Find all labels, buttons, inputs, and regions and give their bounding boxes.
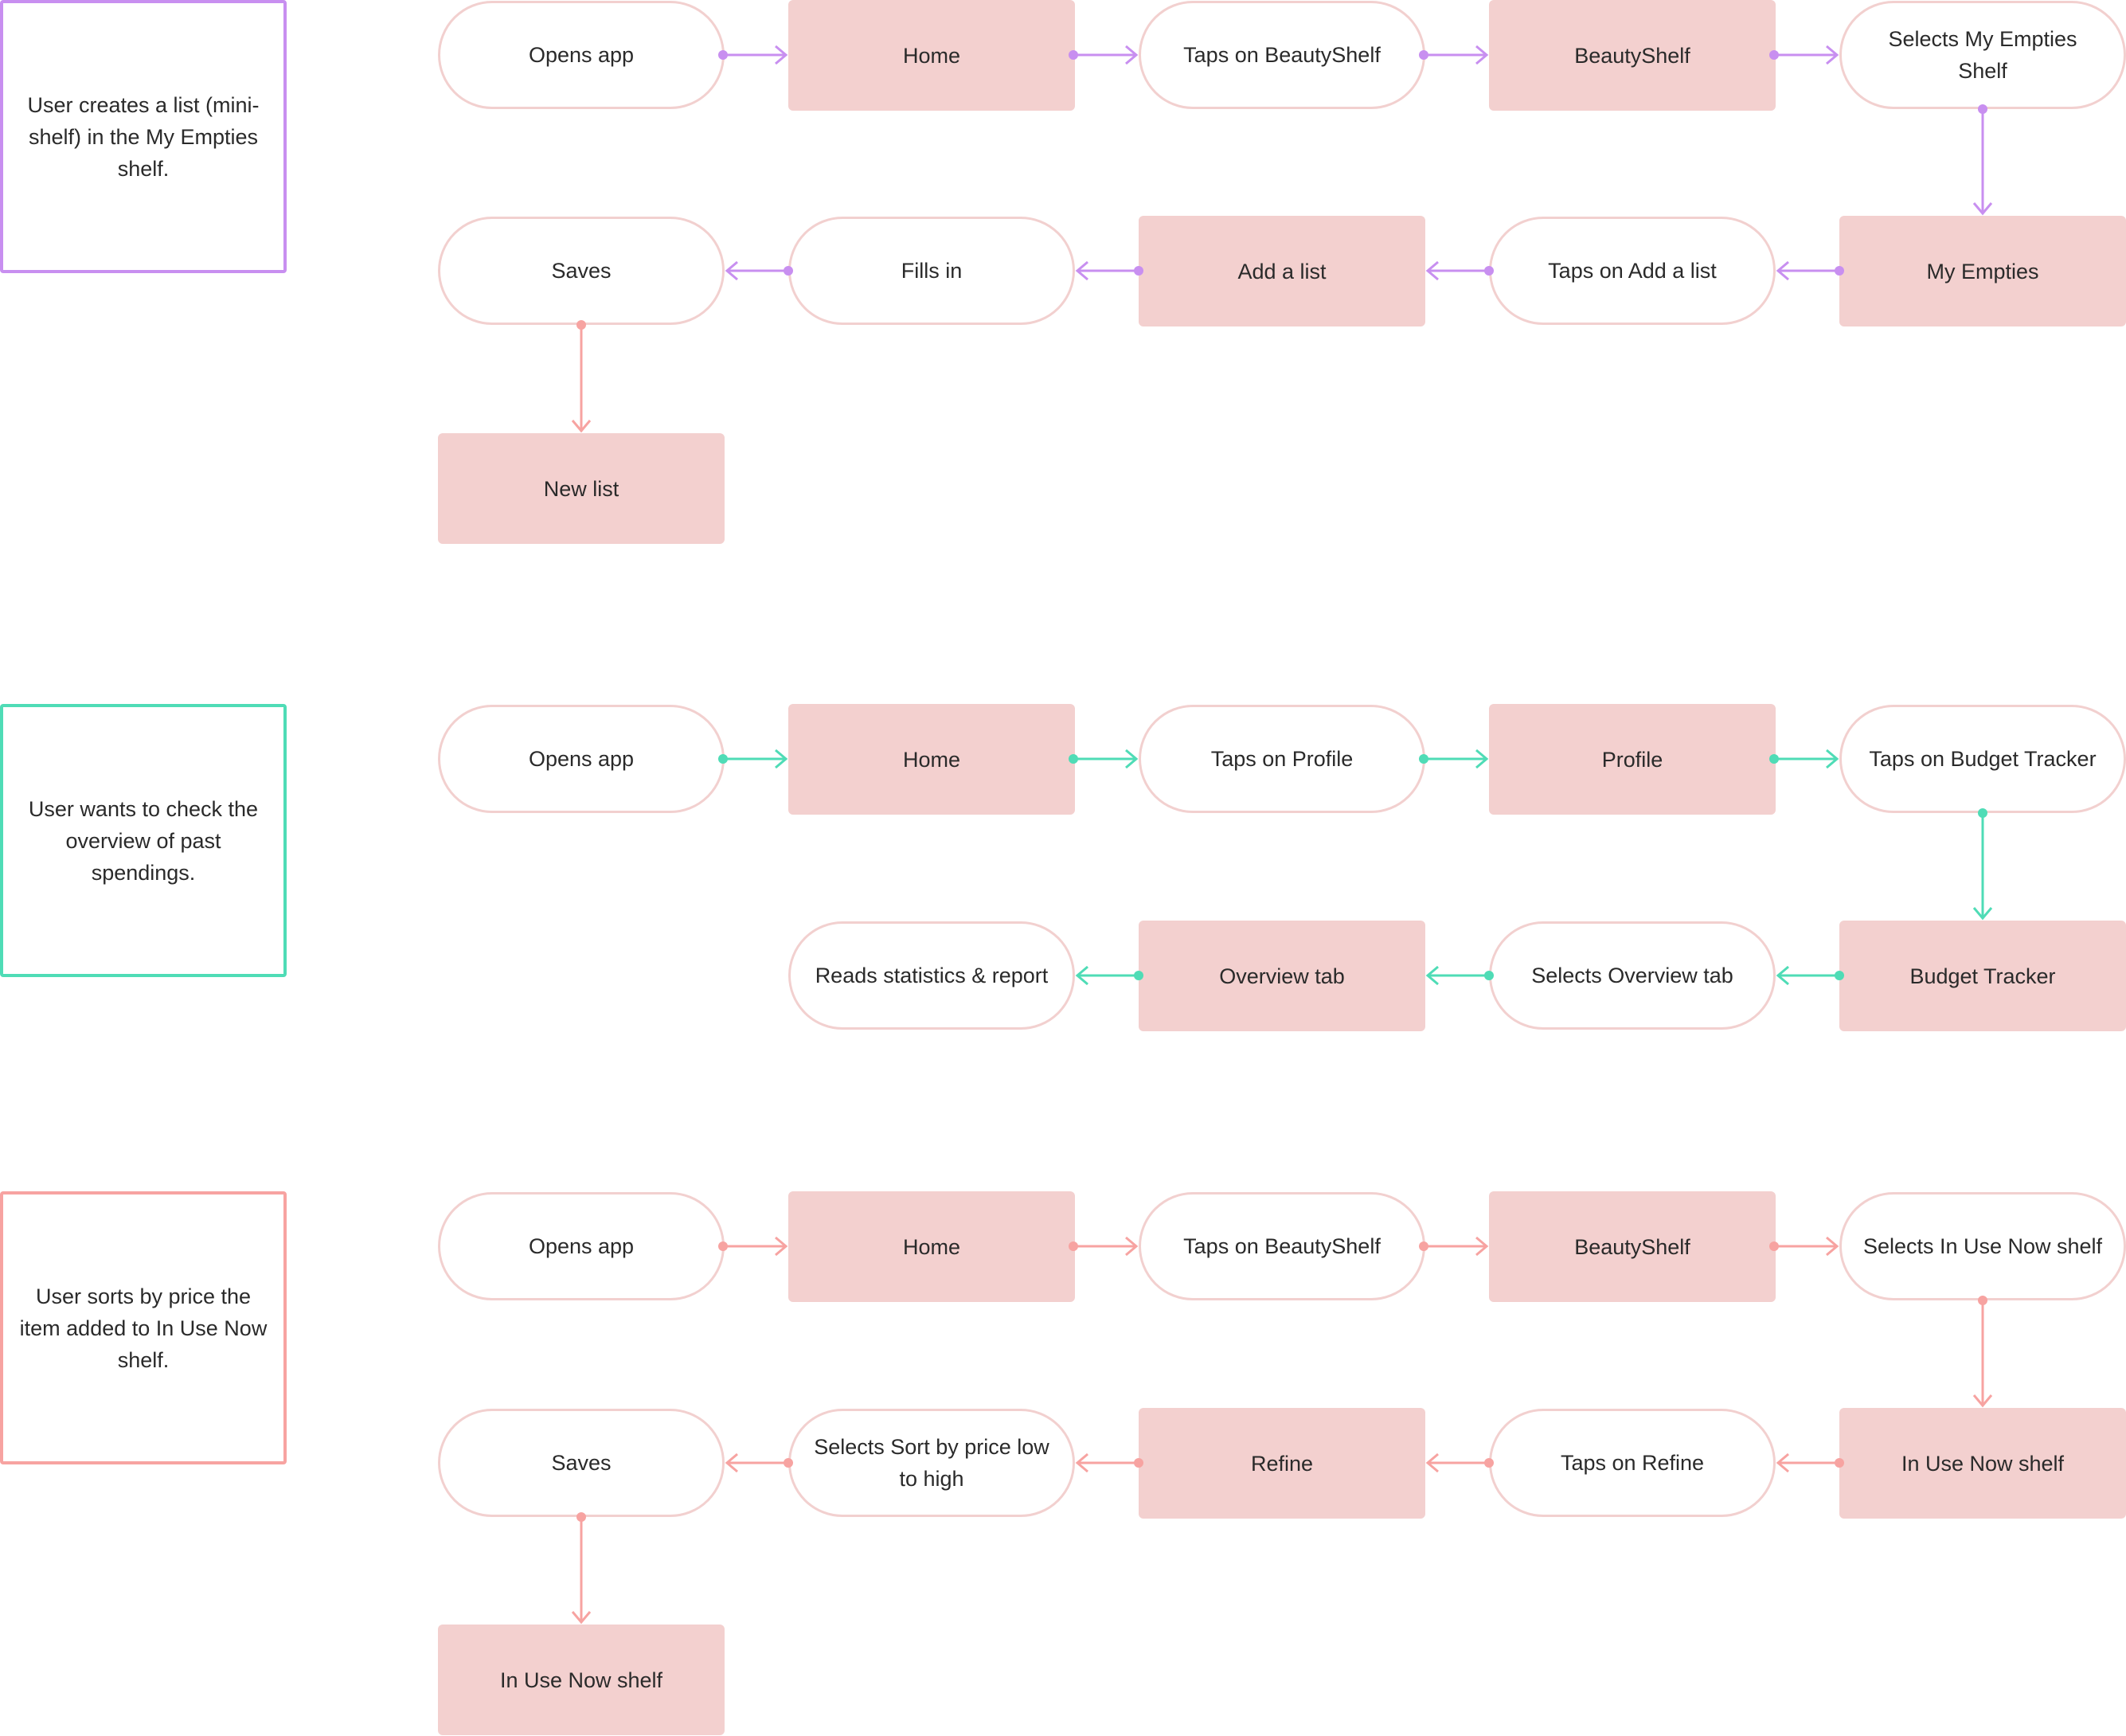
connector-dot [1134,1458,1143,1468]
flow1-final-connector [571,325,592,433]
flow1-connector-dots [718,50,1987,276]
connector-dot [718,1241,728,1251]
flow3-connector-dots [576,1241,1987,1522]
connector-dot [1134,971,1143,980]
flow2-connector-dots [718,754,1987,980]
connector-dot [1835,971,1844,980]
connector-dot [576,320,586,330]
connector-dot [1134,266,1143,276]
connector-dot [1769,50,1779,60]
connector-dot [1069,1241,1078,1251]
connector-dot [784,266,793,276]
connector-dot [1978,1296,1987,1305]
connector-dot [1069,50,1078,60]
user-flow-diagram: User creates a list (mini-shelf) in the … [0,0,2126,1736]
connector-dot [784,1458,793,1468]
flow2-connectors [723,749,1993,986]
connector-dot [1978,104,1987,114]
connector-arrows [571,45,1993,1625]
connector-dot [1769,1241,1779,1251]
connector-dot [1484,1458,1494,1468]
connector-dot [718,50,728,60]
connector-dot [1419,1241,1428,1251]
connector-dot [1484,971,1494,980]
connector-dot [1978,808,1987,818]
connector-dot [1419,754,1428,764]
connector-dot [1419,50,1428,60]
connector-dot [1484,266,1494,276]
flow1-connectors [723,45,1993,281]
connector-dot [1769,754,1779,764]
connector-dot [1835,266,1844,276]
connector-dot [1069,754,1078,764]
connector-dot [576,1512,586,1522]
connector-dot [718,754,728,764]
flow3-connectors [571,1236,1993,1625]
connector-dot [1835,1458,1844,1468]
